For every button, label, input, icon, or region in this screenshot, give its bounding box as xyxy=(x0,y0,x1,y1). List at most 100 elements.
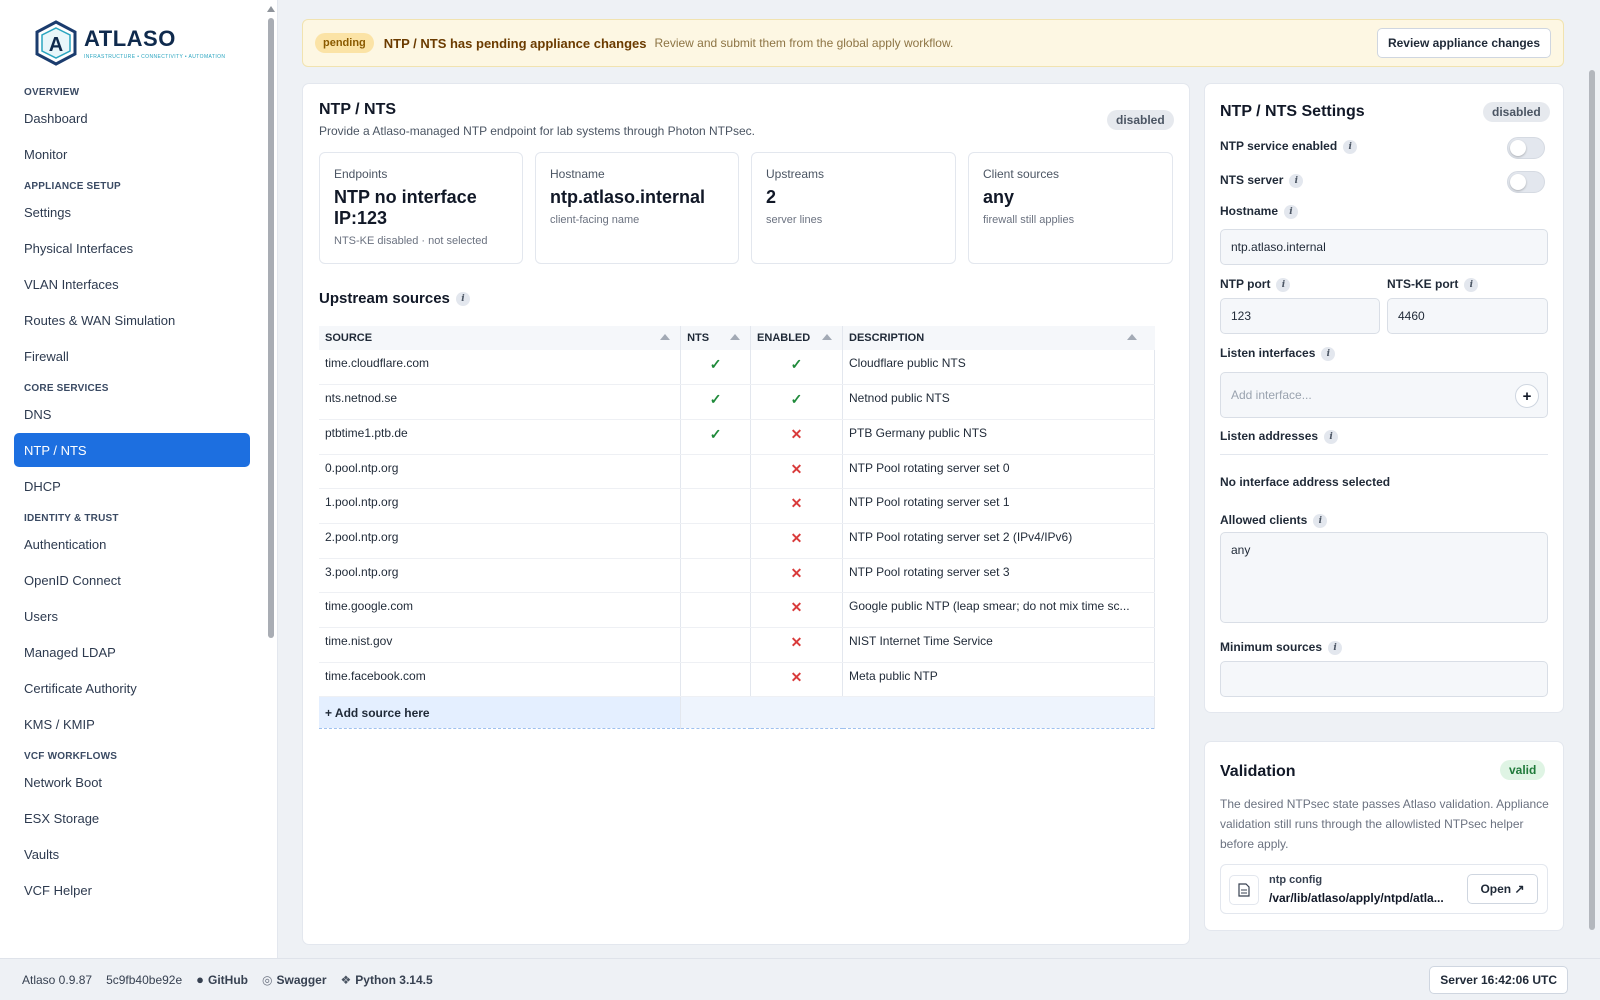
add-source-button[interactable]: + Add source here xyxy=(319,696,682,730)
cell-nts[interactable] xyxy=(680,662,752,698)
table-row[interactable]: 2.pool.ntp.org ✕ NTP Pool rotating server … xyxy=(319,523,1155,559)
cell-enabled[interactable]: ✓ xyxy=(750,384,843,420)
cell-source[interactable]: 2.pool.ntp.org xyxy=(319,523,682,559)
cell-source[interactable]: time.google.com xyxy=(319,592,682,628)
sort-arrow-icon[interactable] xyxy=(730,334,741,340)
info-icon[interactable]: i xyxy=(1276,277,1291,292)
brand-logo[interactable]: A ATLASO INFRASTRUCTURE • CONNECTIVITY •… xyxy=(34,20,225,66)
sidebar-item-physical-interfaces[interactable]: Physical Interfaces xyxy=(14,230,250,266)
cell-enabled[interactable]: ✕ xyxy=(750,419,843,455)
info-icon[interactable]: i xyxy=(1343,139,1358,154)
sidebar-scrollbar[interactable] xyxy=(266,6,276,958)
sidebar-scroll-thumb[interactable] xyxy=(268,18,274,638)
footer-github-link[interactable]: ● GitHub xyxy=(196,972,248,987)
cell-description[interactable]: NTP Pool rotating server set 0 xyxy=(842,454,1155,490)
table-row[interactable]: nts.netnod.se ✓ ✓ Netnod public NTS xyxy=(319,384,1155,420)
sidebar-item-vcf-helper[interactable]: VCF Helper xyxy=(14,872,250,908)
cell-enabled[interactable]: ✕ xyxy=(750,523,843,559)
cell-nts[interactable] xyxy=(680,488,752,524)
footer-swagger-link[interactable]: ◎ Swagger xyxy=(262,973,327,987)
sidebar-item-network-boot[interactable]: Network Boot xyxy=(14,764,250,800)
cell-enabled[interactable]: ✕ xyxy=(750,662,843,698)
sidebar-item-monitor[interactable]: Monitor xyxy=(14,136,250,172)
cell-enabled[interactable]: ✕ xyxy=(750,592,843,628)
sidebar-item-esx-storage[interactable]: ESX Storage xyxy=(14,800,250,836)
table-row[interactable]: time.nist.gov ✕ NIST Internet Time Service xyxy=(319,627,1155,663)
cell-nts[interactable]: ✓ xyxy=(680,350,752,386)
table-row[interactable]: 0.pool.ntp.org ✕ NTP Pool rotating server … xyxy=(319,454,1155,490)
table-row[interactable]: time.facebook.com ✕ Meta public NTP xyxy=(319,662,1155,698)
ntske-port-input[interactable]: 4460 xyxy=(1387,298,1548,334)
cell-source[interactable]: 1.pool.ntp.org xyxy=(319,488,682,524)
sidebar-item-firewall[interactable]: Firewall xyxy=(14,338,250,374)
min-sources-input[interactable] xyxy=(1220,661,1548,697)
sort-arrow-icon[interactable] xyxy=(1126,334,1137,340)
cell-nts[interactable] xyxy=(680,592,752,628)
cell-description[interactable]: Meta public NTP xyxy=(842,662,1155,698)
cell-source[interactable]: nts.netnod.se xyxy=(319,384,682,420)
nts-server-toggle[interactable] xyxy=(1507,171,1545,193)
cell-source[interactable]: time.facebook.com xyxy=(319,662,682,698)
cell-description[interactable]: Cloudflare public NTS xyxy=(842,350,1155,386)
cell-enabled[interactable]: ✕ xyxy=(750,454,843,490)
column-header-source[interactable]: SOURCE xyxy=(319,326,682,350)
open-file-button[interactable]: Open ↗ xyxy=(1467,874,1538,904)
cell-description[interactable]: NTP Pool rotating server set 1 xyxy=(842,488,1155,524)
sidebar-item-routes-wan-simulation[interactable]: Routes & WAN Simulation xyxy=(14,302,250,338)
sidebar-item-managed-ldap[interactable]: Managed LDAP xyxy=(14,634,250,670)
cell-enabled[interactable]: ✕ xyxy=(750,627,843,663)
cell-source[interactable]: 3.pool.ntp.org xyxy=(319,558,682,594)
sidebar-item-authentication[interactable]: Authentication xyxy=(14,526,250,562)
page-scrollbar[interactable] xyxy=(1588,60,1596,940)
cell-description[interactable]: NIST Internet Time Service xyxy=(842,627,1155,663)
info-icon[interactable]: i xyxy=(1324,429,1339,444)
sidebar-item-certificate-authority[interactable]: Certificate Authority xyxy=(14,670,250,706)
sort-arrow-icon[interactable] xyxy=(822,334,832,340)
info-icon[interactable]: i xyxy=(1313,513,1328,528)
cell-enabled[interactable]: ✕ xyxy=(750,488,843,524)
sidebar-item-dhcp[interactable]: DHCP xyxy=(14,468,250,504)
sidebar-item-vlan-interfaces[interactable]: VLAN Interfaces xyxy=(14,266,250,302)
cell-nts[interactable] xyxy=(680,558,752,594)
hostname-input[interactable]: ntp.atlaso.internal xyxy=(1220,229,1548,265)
column-header-nts[interactable]: NTS xyxy=(680,326,752,350)
table-row[interactable]: 1.pool.ntp.org ✕ NTP Pool rotating server … xyxy=(319,488,1155,524)
column-header-description[interactable]: DESCRIPTION xyxy=(842,326,1155,350)
table-row[interactable]: ptbtime1.ptb.de ✓ ✕ PTB Germany public NTS xyxy=(319,419,1155,455)
review-changes-button[interactable]: Review appliance changes xyxy=(1376,28,1551,58)
cell-nts[interactable] xyxy=(680,627,752,663)
table-row[interactable]: time.google.com ✕ Google public NTP (leap … xyxy=(319,592,1155,628)
cell-nts[interactable] xyxy=(680,523,752,559)
sidebar-item-users[interactable]: Users xyxy=(14,598,250,634)
cell-enabled[interactable]: ✓ xyxy=(750,350,843,386)
cell-source[interactable]: 0.pool.ntp.org xyxy=(319,454,682,490)
sidebar-item-settings[interactable]: Settings xyxy=(14,194,250,230)
cell-description[interactable]: Netnod public NTS xyxy=(842,384,1155,420)
ntp-enabled-toggle[interactable] xyxy=(1507,137,1545,159)
add-source-row-blank[interactable] xyxy=(680,696,1155,730)
cell-description[interactable]: Google public NTP (leap smear; do not mi… xyxy=(842,592,1155,628)
cell-source[interactable]: ptbtime1.ptb.de xyxy=(319,419,682,455)
info-icon[interactable]: i xyxy=(1284,204,1299,219)
sidebar-item-vaults[interactable]: Vaults xyxy=(14,836,250,872)
cell-description[interactable]: PTB Germany public NTS xyxy=(842,419,1155,455)
info-icon[interactable]: i xyxy=(1289,173,1304,188)
table-row[interactable]: 3.pool.ntp.org ✕ NTP Pool rotating server … xyxy=(319,558,1155,594)
page-scroll-thumb[interactable] xyxy=(1589,70,1595,930)
cell-nts[interactable]: ✓ xyxy=(680,384,752,420)
sidebar-item-openid-connect[interactable]: OpenID Connect xyxy=(14,562,250,598)
cell-source[interactable]: time.cloudflare.com xyxy=(319,350,682,386)
info-icon[interactable]: i xyxy=(455,292,470,307)
ntp-port-input[interactable]: 123 xyxy=(1220,298,1380,334)
sidebar-item-dashboard[interactable]: Dashboard xyxy=(14,100,250,136)
sidebar-item-ntp-nts[interactable]: NTP / NTS xyxy=(14,433,250,467)
column-header-enabled[interactable]: ENABLED xyxy=(750,326,843,350)
sidebar-item-dns[interactable]: DNS xyxy=(14,396,250,432)
cell-nts[interactable]: ✓ xyxy=(680,419,752,455)
listen-interfaces-input[interactable]: Add interface... + xyxy=(1220,372,1548,418)
sort-arrow-icon[interactable] xyxy=(660,334,671,340)
cell-nts[interactable] xyxy=(680,454,752,490)
cell-enabled[interactable]: ✕ xyxy=(750,558,843,594)
cell-description[interactable]: NTP Pool rotating server set 2 (IPv4/IPv… xyxy=(842,523,1155,559)
sidebar-item-kms-kmip[interactable]: KMS / KMIP xyxy=(14,706,250,742)
